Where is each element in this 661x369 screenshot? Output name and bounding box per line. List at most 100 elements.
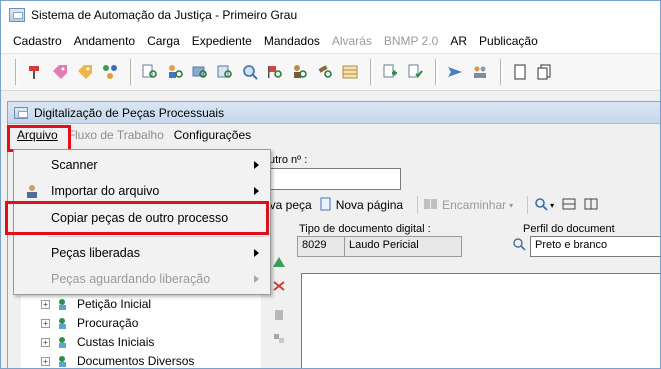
main-toolbar bbox=[1, 53, 660, 91]
expand-icon[interactable]: + bbox=[41, 337, 50, 347]
nova-pagina-label: Nova página bbox=[335, 198, 404, 212]
menu-carga[interactable]: Carga bbox=[141, 34, 186, 48]
expand-icon[interactable]: + bbox=[41, 356, 50, 366]
outro-processo-input[interactable] bbox=[267, 168, 401, 190]
encaminhar-label: Encaminhar bbox=[442, 198, 507, 212]
send-icon[interactable] bbox=[444, 61, 466, 83]
document-preview-panel[interactable] bbox=[301, 273, 660, 368]
pages-icon[interactable] bbox=[534, 61, 556, 83]
outro-processo-label: utro nº : bbox=[269, 154, 308, 166]
document-add-icon[interactable] bbox=[379, 61, 401, 83]
document-search-icon[interactable] bbox=[139, 61, 161, 83]
expand-icon[interactable]: + bbox=[41, 318, 50, 328]
tree-item-label: Custas Iniciais bbox=[77, 335, 155, 349]
tree-item[interactable]: + Documentos Diversos bbox=[41, 352, 195, 368]
menu-bnmp: BNMP 2.0 bbox=[383, 34, 439, 48]
tree-item-label: Procuração bbox=[77, 316, 139, 330]
list-icon bbox=[562, 197, 576, 214]
submenu-arrow-icon bbox=[254, 275, 259, 283]
tree-item[interactable]: + Custas Iniciais bbox=[41, 333, 154, 351]
tree-item-label: Documentos Diversos bbox=[77, 354, 195, 368]
perfil-search-button[interactable] bbox=[512, 237, 530, 257]
page-icon[interactable] bbox=[509, 61, 531, 83]
perfil-documento-value[interactable]: Preto e branco bbox=[530, 236, 660, 257]
action-toolbar: ova peça Nova página Encaminhar ▾ ▾ bbox=[263, 193, 606, 217]
tipo-documento-value: Laudo Pericial bbox=[344, 236, 462, 257]
table-icon[interactable] bbox=[339, 61, 361, 83]
menu-item-label: Importar do arquivo bbox=[51, 184, 160, 198]
chevron-down-icon: ▾ bbox=[509, 200, 514, 210]
delete-icon[interactable] bbox=[271, 307, 287, 321]
arquivo-highlight bbox=[7, 125, 71, 152]
zoom-icon bbox=[534, 197, 548, 214]
menu-configuracoes[interactable]: Configurações bbox=[169, 128, 256, 142]
action-separator bbox=[417, 196, 419, 214]
menu-alvaras: Alvarás bbox=[331, 34, 372, 48]
folder-search-icon[interactable] bbox=[189, 61, 211, 83]
tipo-documento-label: Tipo de documento digital : bbox=[299, 223, 431, 235]
tree-item[interactable]: + Petição Inicial bbox=[41, 295, 151, 313]
remove-node-icon[interactable] bbox=[271, 279, 287, 293]
copiar-pecas-highlight bbox=[5, 201, 269, 235]
action-separator bbox=[527, 196, 529, 214]
menu-item-pecas-liberadas[interactable]: Peças liberadas bbox=[15, 240, 269, 266]
users-icon[interactable] bbox=[469, 61, 491, 83]
people-search-icon[interactable] bbox=[164, 61, 186, 83]
list-view-button[interactable] bbox=[562, 197, 576, 214]
expand-icon[interactable]: + bbox=[41, 299, 50, 309]
document-person-icon bbox=[56, 297, 72, 311]
add-node-icon[interactable] bbox=[271, 255, 287, 269]
pecas-tree: + Petição Inicial + Procuração + Custas … bbox=[21, 293, 261, 368]
network-icon[interactable] bbox=[99, 61, 121, 83]
gavel-search-icon[interactable] bbox=[314, 61, 336, 83]
child-window-icon bbox=[14, 106, 28, 119]
document-check-icon[interactable] bbox=[404, 61, 426, 83]
menu-cadastro[interactable]: Cadastro bbox=[7, 34, 68, 48]
menu-item-label: Peças liberadas bbox=[51, 246, 140, 260]
menu-item-scanner[interactable]: Scanner bbox=[15, 152, 269, 178]
tree-item[interactable]: + Procuração bbox=[41, 314, 138, 332]
grid-view-button[interactable] bbox=[584, 197, 598, 214]
menu-publicacao[interactable]: Publicação bbox=[473, 34, 544, 48]
flag-search-icon[interactable] bbox=[264, 61, 286, 83]
nova-pagina-button[interactable]: Nova página bbox=[320, 197, 403, 214]
import-icon bbox=[25, 183, 41, 199]
zoom-button[interactable]: ▾ bbox=[534, 197, 554, 214]
move-icon[interactable] bbox=[271, 331, 287, 345]
perfil-documento-label: Perfil do document bbox=[523, 223, 615, 235]
magnifier-icon[interactable] bbox=[239, 61, 261, 83]
menu-item-pecas-aguardando-liberacao: Peças aguardando liberação bbox=[15, 266, 269, 292]
document-person-icon bbox=[56, 335, 72, 349]
barcode-icon bbox=[424, 198, 438, 213]
tree-item-label: Petição Inicial bbox=[77, 297, 152, 311]
menu-expediente[interactable]: Expediente bbox=[186, 34, 258, 48]
submenu-arrow-icon bbox=[254, 161, 259, 169]
toolbar-separator bbox=[130, 59, 133, 85]
submenu-arrow-icon bbox=[254, 249, 259, 257]
document-person-icon bbox=[56, 354, 72, 368]
toolbar-separator bbox=[435, 59, 438, 85]
tag-icon[interactable] bbox=[49, 61, 71, 83]
menu-mandados[interactable]: Mandados bbox=[258, 34, 326, 48]
person-search-icon[interactable] bbox=[289, 61, 311, 83]
title-bar: Sistema de Automação da Justiça - Primei… bbox=[1, 1, 660, 29]
main-menu-bar: Cadastro Andamento Carga Expediente Mand… bbox=[1, 29, 660, 53]
toolbar-separator bbox=[500, 59, 503, 85]
tipo-documento-code: 8029 bbox=[297, 236, 345, 257]
child-menu-bar: Arquivo Fluxo de Trabalho Configurações bbox=[8, 124, 660, 146]
app-window: Sistema de Automação da Justiça - Primei… bbox=[0, 0, 661, 369]
pin-icon[interactable] bbox=[24, 61, 46, 83]
document-person-icon bbox=[56, 316, 72, 330]
child-window-title: Digitalização de Peças Processuais bbox=[34, 105, 225, 120]
child-title-bar: Digitalização de Peças Processuais bbox=[8, 102, 660, 124]
submenu-arrow-icon bbox=[254, 187, 259, 195]
new-page-icon bbox=[320, 197, 332, 214]
menu-ar[interactable]: AR bbox=[444, 34, 473, 48]
encaminhar-button: Encaminhar ▾ bbox=[424, 198, 513, 213]
tag-yellow-icon[interactable] bbox=[74, 61, 96, 83]
toolbar-grip bbox=[15, 59, 18, 85]
menu-andamento[interactable]: Andamento bbox=[68, 34, 141, 48]
record-search-icon[interactable] bbox=[214, 61, 236, 83]
search-icon bbox=[513, 238, 526, 251]
menu-fluxo-de-trabalho: Fluxo de Trabalho bbox=[67, 128, 164, 142]
